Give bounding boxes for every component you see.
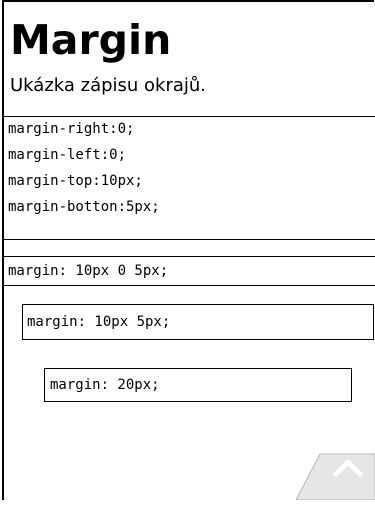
scroll-to-top-button[interactable] xyxy=(295,448,375,501)
code-line-margin-top: margin-top:10px; xyxy=(8,173,143,189)
code-line-margin-left: margin-left:0; xyxy=(8,147,127,163)
code-line-margin-bottom: margin-botton:5px; xyxy=(8,199,160,215)
margin-two-values-example: margin: 10px 5px; xyxy=(22,304,374,340)
page-title: Margin xyxy=(10,16,172,64)
page-subtitle: Ukázka zápisu okrajů. xyxy=(10,75,207,96)
margin-one-value-example: margin: 20px; xyxy=(44,368,352,402)
code-line-margin-right: margin-right:0; xyxy=(8,121,135,137)
margin-individual-example: margin-right:0; margin-left:0; margin-to… xyxy=(4,116,375,240)
margin-three-values-example: margin: 10px 0 5px; xyxy=(4,256,375,286)
chevron-up-icon xyxy=(295,453,375,501)
